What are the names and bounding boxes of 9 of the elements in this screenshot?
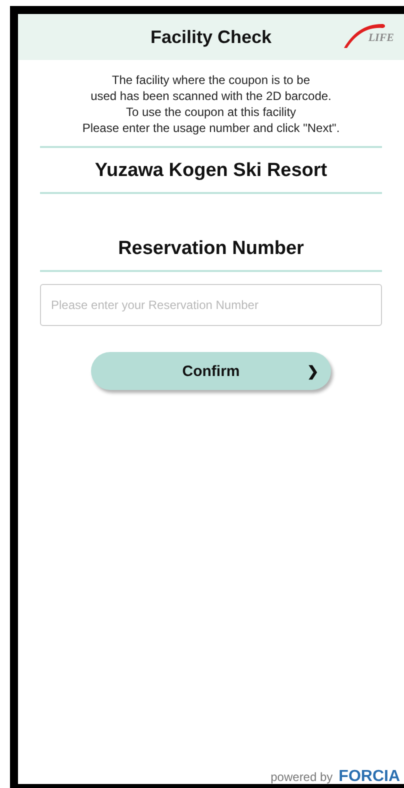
powered-by-text: powered by bbox=[270, 770, 333, 784]
instruction-text: The facility where the coupon is to be used has been scanned with the 2D barcode. To use the coupon at this facility Please enter the usage number and click "Next". bbox=[82, 72, 340, 136]
reservation-heading: Reservation Number bbox=[118, 237, 304, 261]
page-title: Facility Check bbox=[150, 26, 272, 48]
confirm-button[interactable]: Confirm ❯ bbox=[91, 352, 331, 390]
logo-text: LIFE bbox=[368, 32, 394, 44]
facility-name: Yuzawa Kogen Ski Resort bbox=[94, 159, 328, 183]
reservation-number-field[interactable]: Please enter your Reservation Number bbox=[40, 284, 382, 326]
brand-logo-text: FORCIA bbox=[338, 768, 400, 784]
